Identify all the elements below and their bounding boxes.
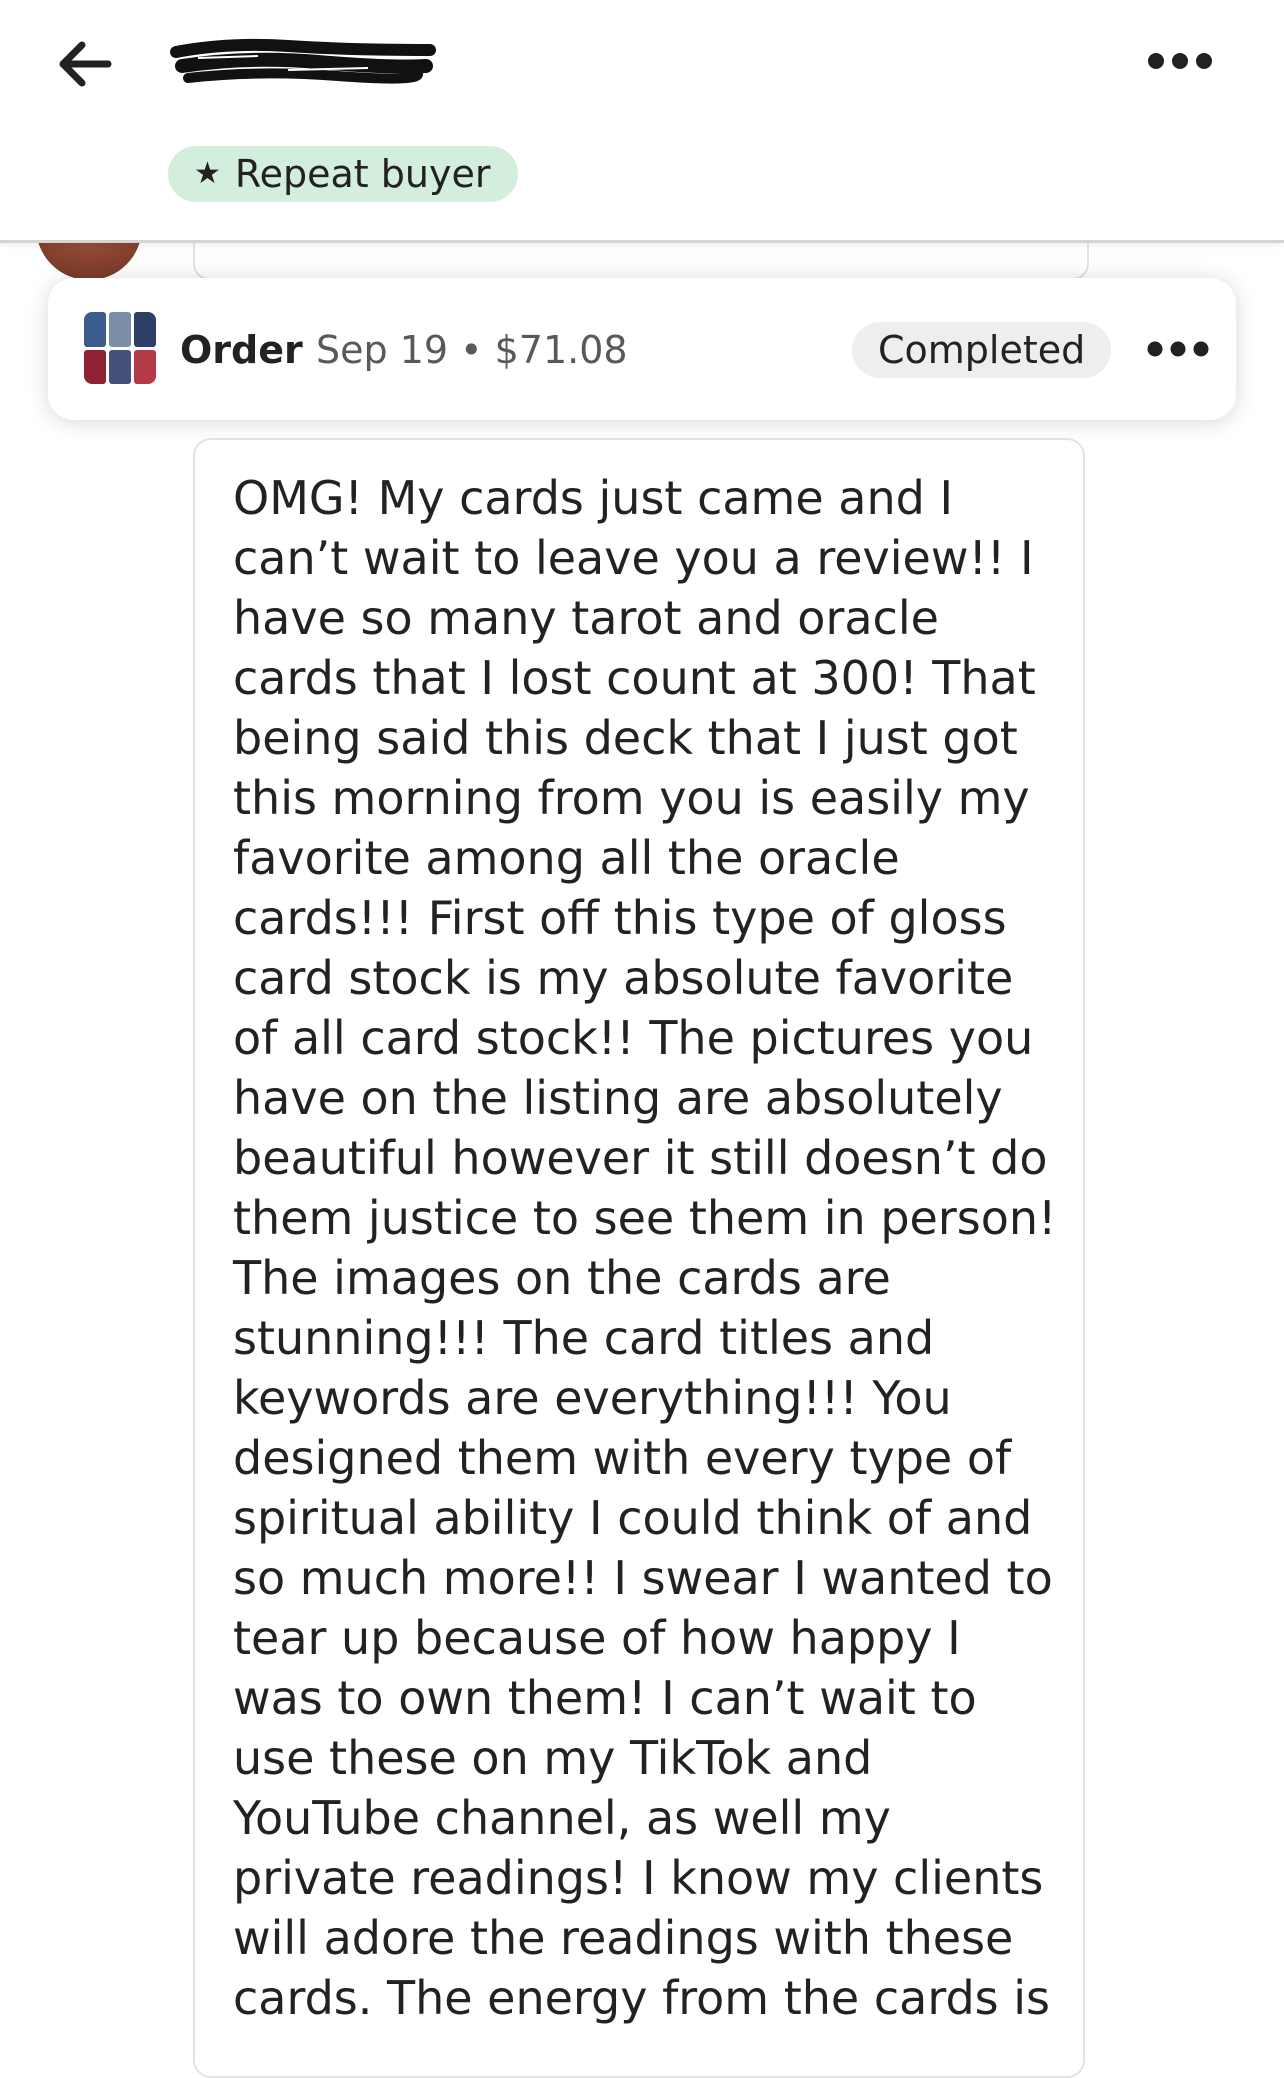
message-line: cards that I lost count at 300! That bbox=[233, 651, 1036, 705]
order-status-label: Completed bbox=[878, 328, 1086, 372]
message-text: OMG! My cards just came and I can’t wait… bbox=[233, 468, 1057, 2028]
order-label: Order bbox=[180, 328, 303, 372]
message-line: beautiful however it still doesn’t do bbox=[233, 1131, 1048, 1185]
badge-label: Repeat buyer bbox=[234, 152, 491, 196]
more-horizontal-icon bbox=[1148, 53, 1212, 69]
message-line: of all card stock!! The pictures you bbox=[233, 1011, 1034, 1065]
order-card[interactable]: Order Sep 19 • $71.08 Completed bbox=[48, 278, 1236, 420]
arrow-left-icon bbox=[59, 41, 112, 87]
message-line: The images on the cards are bbox=[233, 1251, 891, 1305]
message-line: YouTube channel, as well my bbox=[233, 1791, 891, 1845]
message-line: will adore the readings with these bbox=[233, 1911, 1014, 1965]
more-horizontal-icon bbox=[1147, 341, 1209, 357]
message-line: cards!!! First off this type of gloss bbox=[233, 891, 1007, 945]
order-status-badge: Completed bbox=[852, 322, 1112, 378]
message-line: have on the listing are absolutely bbox=[233, 1071, 1003, 1125]
message-line: stunning!!! The card titles and bbox=[233, 1311, 935, 1365]
message-line: can’t wait to leave you a review!! I bbox=[233, 531, 1034, 585]
conversation-header: ★ Repeat buyer bbox=[0, 0, 1284, 243]
header-more-button[interactable] bbox=[1140, 36, 1220, 86]
message-line: designed them with every type of bbox=[233, 1431, 1012, 1485]
message-bubble: OMG! My cards just came and I can’t wait… bbox=[193, 438, 1085, 2078]
message-line: private readings! I know my clients bbox=[233, 1851, 1044, 1905]
message-line: was to own them! I can’t wait to bbox=[233, 1671, 977, 1725]
redacted-buyer-name bbox=[170, 38, 436, 84]
message-line: card stock is my absolute favorite bbox=[233, 951, 1014, 1005]
message-line: keywords are everything!!! You bbox=[233, 1371, 952, 1425]
message-line: OMG! My cards just came and I bbox=[233, 471, 954, 525]
message-line: them justice to see them in person! bbox=[233, 1191, 1057, 1245]
message-line: cards. The energy from the cards is bbox=[233, 1971, 1050, 2025]
message-line: this morning from you is easily my bbox=[233, 771, 1030, 825]
order-more-button[interactable] bbox=[1138, 324, 1218, 374]
message-line: have so many tarot and oracle bbox=[233, 591, 939, 645]
message-line: tear up because of how happy I bbox=[233, 1611, 961, 1665]
message-line: use these on my TikTok and bbox=[233, 1731, 873, 1785]
message-line: spiritual ability I could think of and bbox=[233, 1491, 1033, 1545]
message-line: being said this deck that I just got bbox=[233, 711, 1018, 765]
message-line: favorite among all the oracle bbox=[233, 831, 900, 885]
product-thumbnail bbox=[84, 312, 156, 384]
repeat-buyer-badge: ★ Repeat buyer bbox=[168, 146, 519, 202]
star-icon: ★ bbox=[194, 156, 221, 191]
order-date-price: Sep 19 • $71.08 bbox=[316, 328, 628, 372]
message-line: so much more!! I swear I wanted to bbox=[233, 1551, 1053, 1605]
back-button[interactable] bbox=[48, 28, 120, 100]
